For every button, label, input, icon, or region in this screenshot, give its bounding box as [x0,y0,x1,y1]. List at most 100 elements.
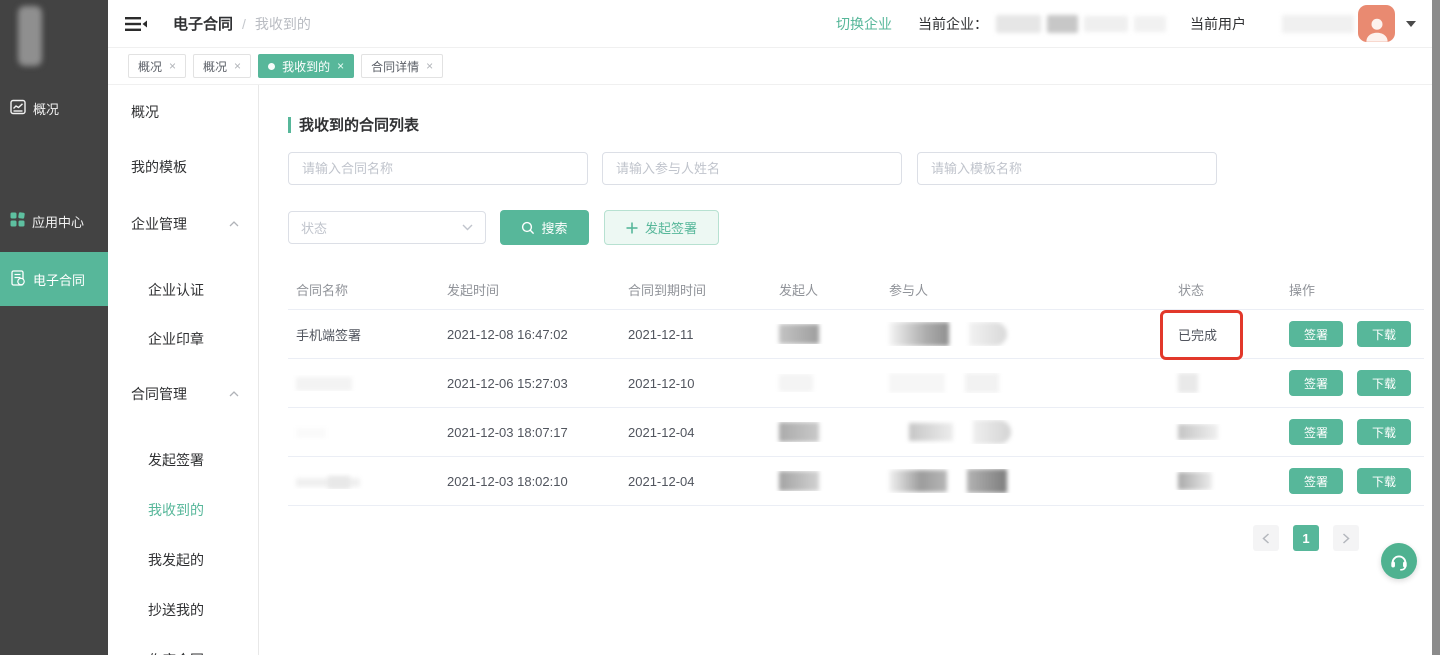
status-redacted [1170,424,1281,441]
redacted-text [889,373,945,393]
redacted-text [1178,424,1218,440]
close-icon[interactable]: × [234,59,241,73]
download-button[interactable]: 下载 [1357,321,1411,347]
menu-item-initiate-sign[interactable]: 发起签署 [148,450,204,470]
collapse-menu-icon[interactable] [125,15,147,33]
title-accent-bar [288,117,291,133]
participants-redacted [881,420,1170,444]
primary-sidebar: 概况 应用中心 电子合同 [0,0,108,655]
vertical-scrollbar[interactable] [1432,0,1440,655]
tab-label: 概况 [203,58,227,75]
sign-button[interactable]: 签署 [1289,419,1343,445]
plus-icon [626,222,638,234]
download-button[interactable]: 下载 [1357,419,1411,445]
expire-time: 2021-12-04 [620,425,771,440]
redacted-text [779,422,819,442]
redacted-text [779,324,819,344]
sidebar-item-overview[interactable]: 概况 [0,88,108,128]
next-page-button[interactable] [1333,525,1359,551]
menu-item-initiated-by-me[interactable]: 我发起的 [148,550,204,570]
redacted-text [973,420,1011,444]
redacted-text [779,471,819,491]
table-row: 2021-12-06 15:27:03 2021-12-10 签署 下载 [288,359,1424,408]
col-contract-name: 合同名称 [288,280,439,299]
redacted-text [1047,15,1078,33]
download-button[interactable]: 下载 [1357,468,1411,494]
user-avatar[interactable] [1358,5,1395,42]
sidebar-item-app-center[interactable]: 应用中心 [0,201,108,241]
initiated-time: 2021-12-03 18:02:10 [439,474,620,489]
tab-received[interactable]: 我收到的 × [258,54,354,78]
status-select[interactable]: 状态 [288,211,486,244]
initiate-sign-button[interactable]: 发起签署 [604,210,719,245]
pagination: 1 [1253,525,1359,551]
menu-group-enterprise[interactable]: 企业管理 [131,214,187,234]
breadcrumb-root[interactable]: 电子合同 [173,13,233,34]
chevron-right-icon [1342,533,1350,544]
expire-time: 2021-12-11 [620,327,771,342]
sidebar-item-econtract[interactable]: 电子合同 [0,252,108,306]
redacted-text [996,15,1041,33]
initiated-time: 2021-12-08 16:47:02 [439,327,620,342]
initiator-redacted [771,324,881,344]
chevron-down-icon [462,224,473,231]
menu-item-my-templates[interactable]: 我的模板 [131,157,187,177]
sidebar-item-label: 概况 [33,99,59,118]
tab-overview-2[interactable]: 概况 × [193,54,251,78]
close-icon[interactable]: × [426,59,433,73]
company-logo [18,6,42,66]
table-header-row: 合同名称 发起时间 合同到期时间 发起人 参与人 状态 操作 [288,270,1424,310]
initiator-redacted [771,374,881,392]
initiate-sign-label: 发起签署 [645,218,697,237]
switch-company-link[interactable]: 切换企业 [836,14,892,34]
section-title: 我收到的合同列表 [288,114,419,135]
contracts-table: 合同名称 发起时间 合同到期时间 发起人 参与人 状态 操作 手机端签署 202… [288,270,1424,506]
redacted-text [889,322,949,346]
chevron-up-icon[interactable] [229,391,239,397]
close-icon[interactable]: × [169,59,176,73]
chevron-up-icon[interactable] [229,221,239,227]
tab-contract-detail[interactable]: 合同详情 × [361,54,443,78]
page-number-1[interactable]: 1 [1293,525,1319,551]
row-actions: 签署 下载 [1281,419,1424,445]
menu-item-enterprise-cert[interactable]: 企业认证 [148,280,204,300]
close-icon[interactable]: × [337,59,344,73]
sidebar-item-label: 应用中心 [32,212,84,231]
menu-item-enterprise-seal[interactable]: 企业印章 [148,329,204,349]
download-button[interactable]: 下载 [1357,370,1411,396]
status-redacted [1170,472,1281,490]
topbar-right: 切换企业 当前企业： 当前用户 [836,5,1416,42]
sign-button[interactable]: 签署 [1289,468,1343,494]
col-initiator: 发起人 [771,280,881,299]
redacted-text [1282,15,1354,33]
breadcrumb-current: 我收到的 [255,14,311,34]
menu-item-overview[interactable]: 概况 [131,102,159,122]
page-title: 我收到的合同列表 [299,114,419,135]
tab-overview-1[interactable]: 概况 × [128,54,186,78]
redacted-text [779,374,813,392]
customer-service-button[interactable] [1381,543,1417,579]
menu-item-received[interactable]: 我收到的 [148,500,204,520]
initiated-time: 2021-12-06 15:27:03 [439,376,620,391]
sign-button[interactable]: 签署 [1289,370,1343,396]
user-menu-caret-icon[interactable] [1406,21,1416,27]
initiator-redacted [771,471,881,491]
main-content: 我收到的合同列表 状态 搜索 发起签署 合同名称 [259,85,1432,655]
menu-item-voided[interactable]: 作废合同 [148,650,204,655]
redacted-text [1134,16,1166,32]
sign-button[interactable]: 签署 [1289,321,1343,347]
search-button-label: 搜索 [541,218,567,237]
contract-name-input[interactable] [288,152,588,185]
menu-item-cc-me[interactable]: 抄送我的 [148,600,204,620]
prev-page-button[interactable] [1253,525,1279,551]
contract-icon [10,270,26,289]
participant-name-input[interactable] [602,152,902,185]
current-company-redacted [996,15,1166,33]
search-icon [521,221,535,235]
menu-group-contract[interactable]: 合同管理 [131,384,187,404]
row-actions: 签署 下载 [1281,321,1424,347]
template-name-input[interactable] [917,152,1217,185]
redacted-text [296,428,326,438]
row-actions: 签署 下载 [1281,468,1424,494]
search-button[interactable]: 搜索 [500,210,589,245]
